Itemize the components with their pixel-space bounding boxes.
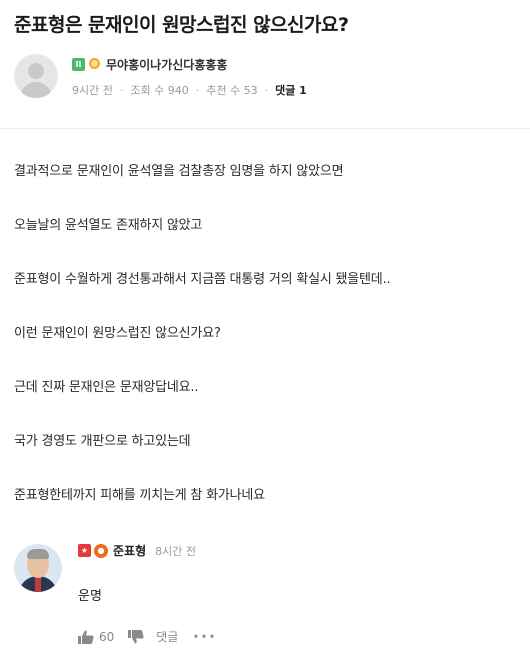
- post-paragraph: 국가 경영도 개판으로 하고있는데: [14, 434, 191, 449]
- post-paragraph: 준표형한테까지 피해를 끼치는게 참 화가나네요: [14, 488, 265, 503]
- commenter-avatar[interactable]: [14, 544, 62, 592]
- avatar-placeholder-head: [28, 63, 44, 79]
- header-divider: [0, 128, 530, 129]
- meta-separator: ·: [195, 83, 200, 97]
- like-count: 60: [99, 629, 115, 644]
- post-paragraph: 오늘날의 윤석열도 존재하지 않았고: [14, 218, 203, 233]
- recommend-count: 추천 수 53: [206, 84, 258, 97]
- comment-text: 운명: [78, 589, 102, 604]
- thumbs-down-icon[interactable]: [128, 629, 144, 644]
- post-paragraph: 결과적으로 문재인이 윤석열을 검찰총장 임명을 하지 않았으면: [14, 164, 344, 179]
- meta-separator: ·: [264, 83, 269, 97]
- post-meta: 9시간 전 · 조회 수 940 · 추천 수 53 · 댓글 1: [72, 82, 307, 98]
- post-title: 준표형은 문재인이 원망스럽진 않으신가요?: [14, 14, 349, 36]
- post-paragraph: 근데 진짜 문재인은 문재앙답네요..: [14, 380, 199, 395]
- author-avatar[interactable]: [14, 54, 58, 98]
- verified-badge-icon: ●: [94, 543, 108, 558]
- more-options-button[interactable]: •••: [192, 630, 216, 644]
- comment-actions: 60 댓글 •••: [78, 628, 217, 645]
- post-time: 9시간 전: [72, 84, 113, 97]
- comment-header: ★ ● 준표형 8시간 전: [78, 542, 196, 559]
- medal-badge-icon: [88, 58, 101, 71]
- post-paragraph: 준표형이 수월하게 경선통과해서 지금쯤 대통령 거의 확실시 됐을텐데..: [14, 272, 391, 287]
- author-name[interactable]: 무야홍이나가신다홍홍홍: [106, 56, 227, 73]
- view-count: 조회 수 940: [130, 84, 189, 97]
- official-badge-icon: ★: [78, 544, 91, 557]
- author-line: II 무야홍이나가신다홍홍홍: [72, 56, 227, 73]
- thumbs-up-icon[interactable]: [78, 630, 94, 644]
- commenter-name[interactable]: 준표형: [113, 542, 146, 559]
- comment-time: 8시간 전: [155, 544, 196, 558]
- avatar-placeholder-body: [20, 82, 52, 98]
- post-author-row: II 무야홍이나가신다홍홍홍 9시간 전 · 조회 수 940 · 추천 수 5…: [14, 52, 514, 102]
- reply-button[interactable]: 댓글: [156, 628, 178, 645]
- post-body: 결과적으로 문재인이 윤석열을 검찰총장 임명을 하지 않았으면 오늘날의 윤석…: [14, 163, 519, 541]
- comment-count-link[interactable]: 댓글 1: [275, 82, 307, 98]
- post-paragraph: 이런 문재인이 원망스럽진 않으신가요?: [14, 326, 221, 341]
- level-badge-icon: II: [72, 58, 85, 71]
- meta-separator: ·: [119, 83, 124, 97]
